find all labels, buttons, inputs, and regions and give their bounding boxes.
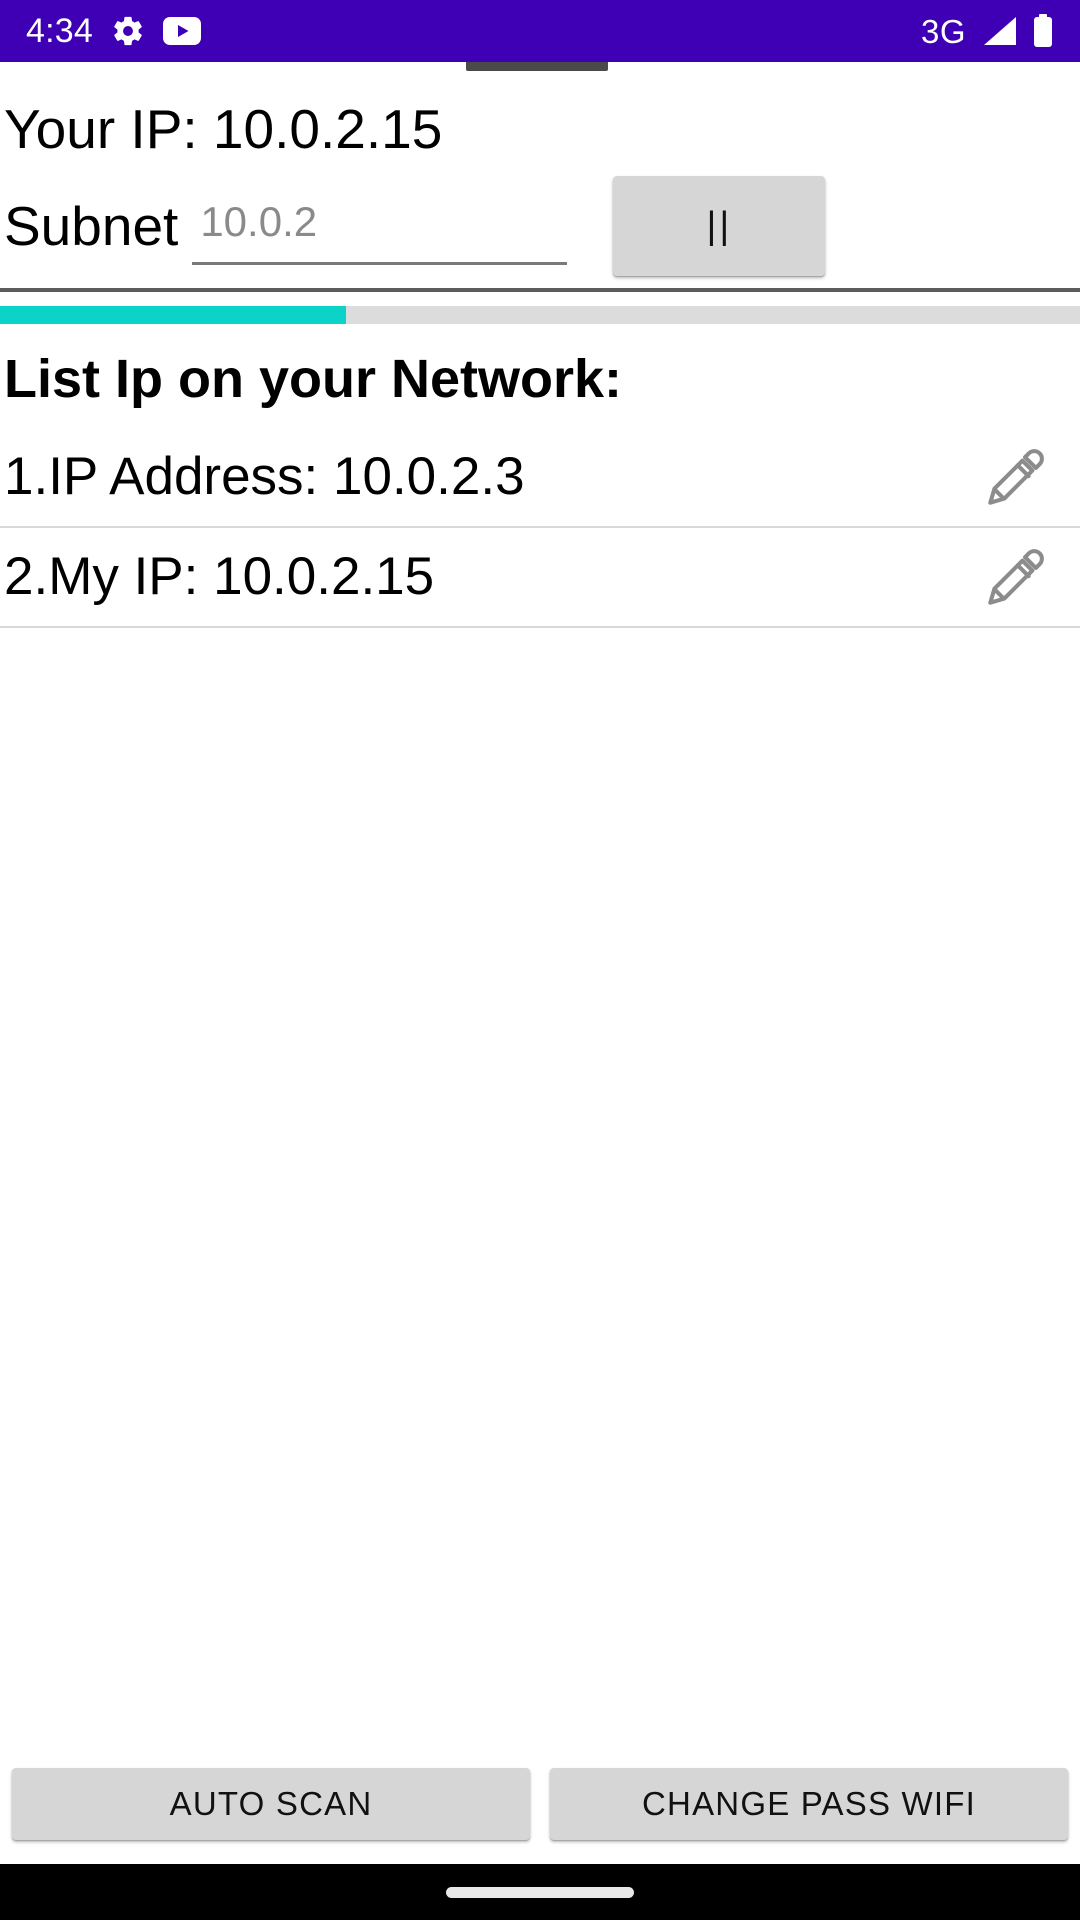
list-item[interactable]: 2.My IP: 10.0.2.15 (0, 528, 1080, 628)
status-bar-left: 4:34 (26, 14, 201, 48)
settings-gear-icon (111, 14, 145, 48)
list-item[interactable]: 1.IP Address: 10.0.2.3 (0, 428, 1080, 528)
main-content: Your IP: 10.0.2.15 Subnet || List Ip on … (0, 72, 1080, 1864)
app-screen: 4:34 3G Your IP: 10.0.2.15 Subnet 10.0.2… (0, 0, 1080, 1920)
youtube-icon (162, 17, 201, 45)
status-clock: 4:34 (26, 12, 93, 50)
subnet-input[interactable] (192, 200, 568, 244)
system-navigation-bar (0, 1864, 1080, 1920)
scan-progress-bar (0, 306, 1080, 324)
list-item-label: 1.IP Address: 10.0.2.3 (4, 447, 525, 506)
drag-handle[interactable] (466, 62, 608, 71)
subnet-row: Subnet || (0, 158, 1080, 276)
signal-triangle-icon (980, 15, 1018, 47)
status-bar-right: 3G (921, 14, 1054, 48)
your-ip-label: Your IP: 10.0.2.15 (4, 98, 443, 160)
scan-progress-fill (0, 306, 346, 324)
list-item-label: 2.My IP: 10.0.2.15 (4, 547, 435, 606)
pencil-icon[interactable] (974, 435, 1058, 519)
subnet-label: Subnet (4, 195, 179, 257)
home-gesture-pill[interactable] (446, 1886, 634, 1898)
battery-full-icon (1032, 14, 1054, 48)
pencil-icon[interactable] (974, 535, 1058, 619)
list-heading: List Ip on your Network: (4, 349, 623, 409)
change-pass-wifi-button[interactable]: CHANGE PASS WIFI (550, 1768, 1068, 1840)
status-bar: 4:34 3G (0, 0, 1080, 62)
network-type-label: 3G (920, 12, 966, 50)
section-divider (0, 288, 1080, 292)
subnet-field-wrapper (192, 187, 568, 265)
bottom-action-bar: AUTO SCAN CHANGE PASS WIFI (0, 1768, 1080, 1864)
ip-list: 1.IP Address: 10.0.2.3 2.My IP: 10.0.2.1… (0, 428, 1080, 628)
auto-scan-button[interactable]: AUTO SCAN (12, 1768, 530, 1840)
window-handle-row (0, 62, 1080, 72)
pause-scan-button[interactable]: || (613, 176, 826, 276)
